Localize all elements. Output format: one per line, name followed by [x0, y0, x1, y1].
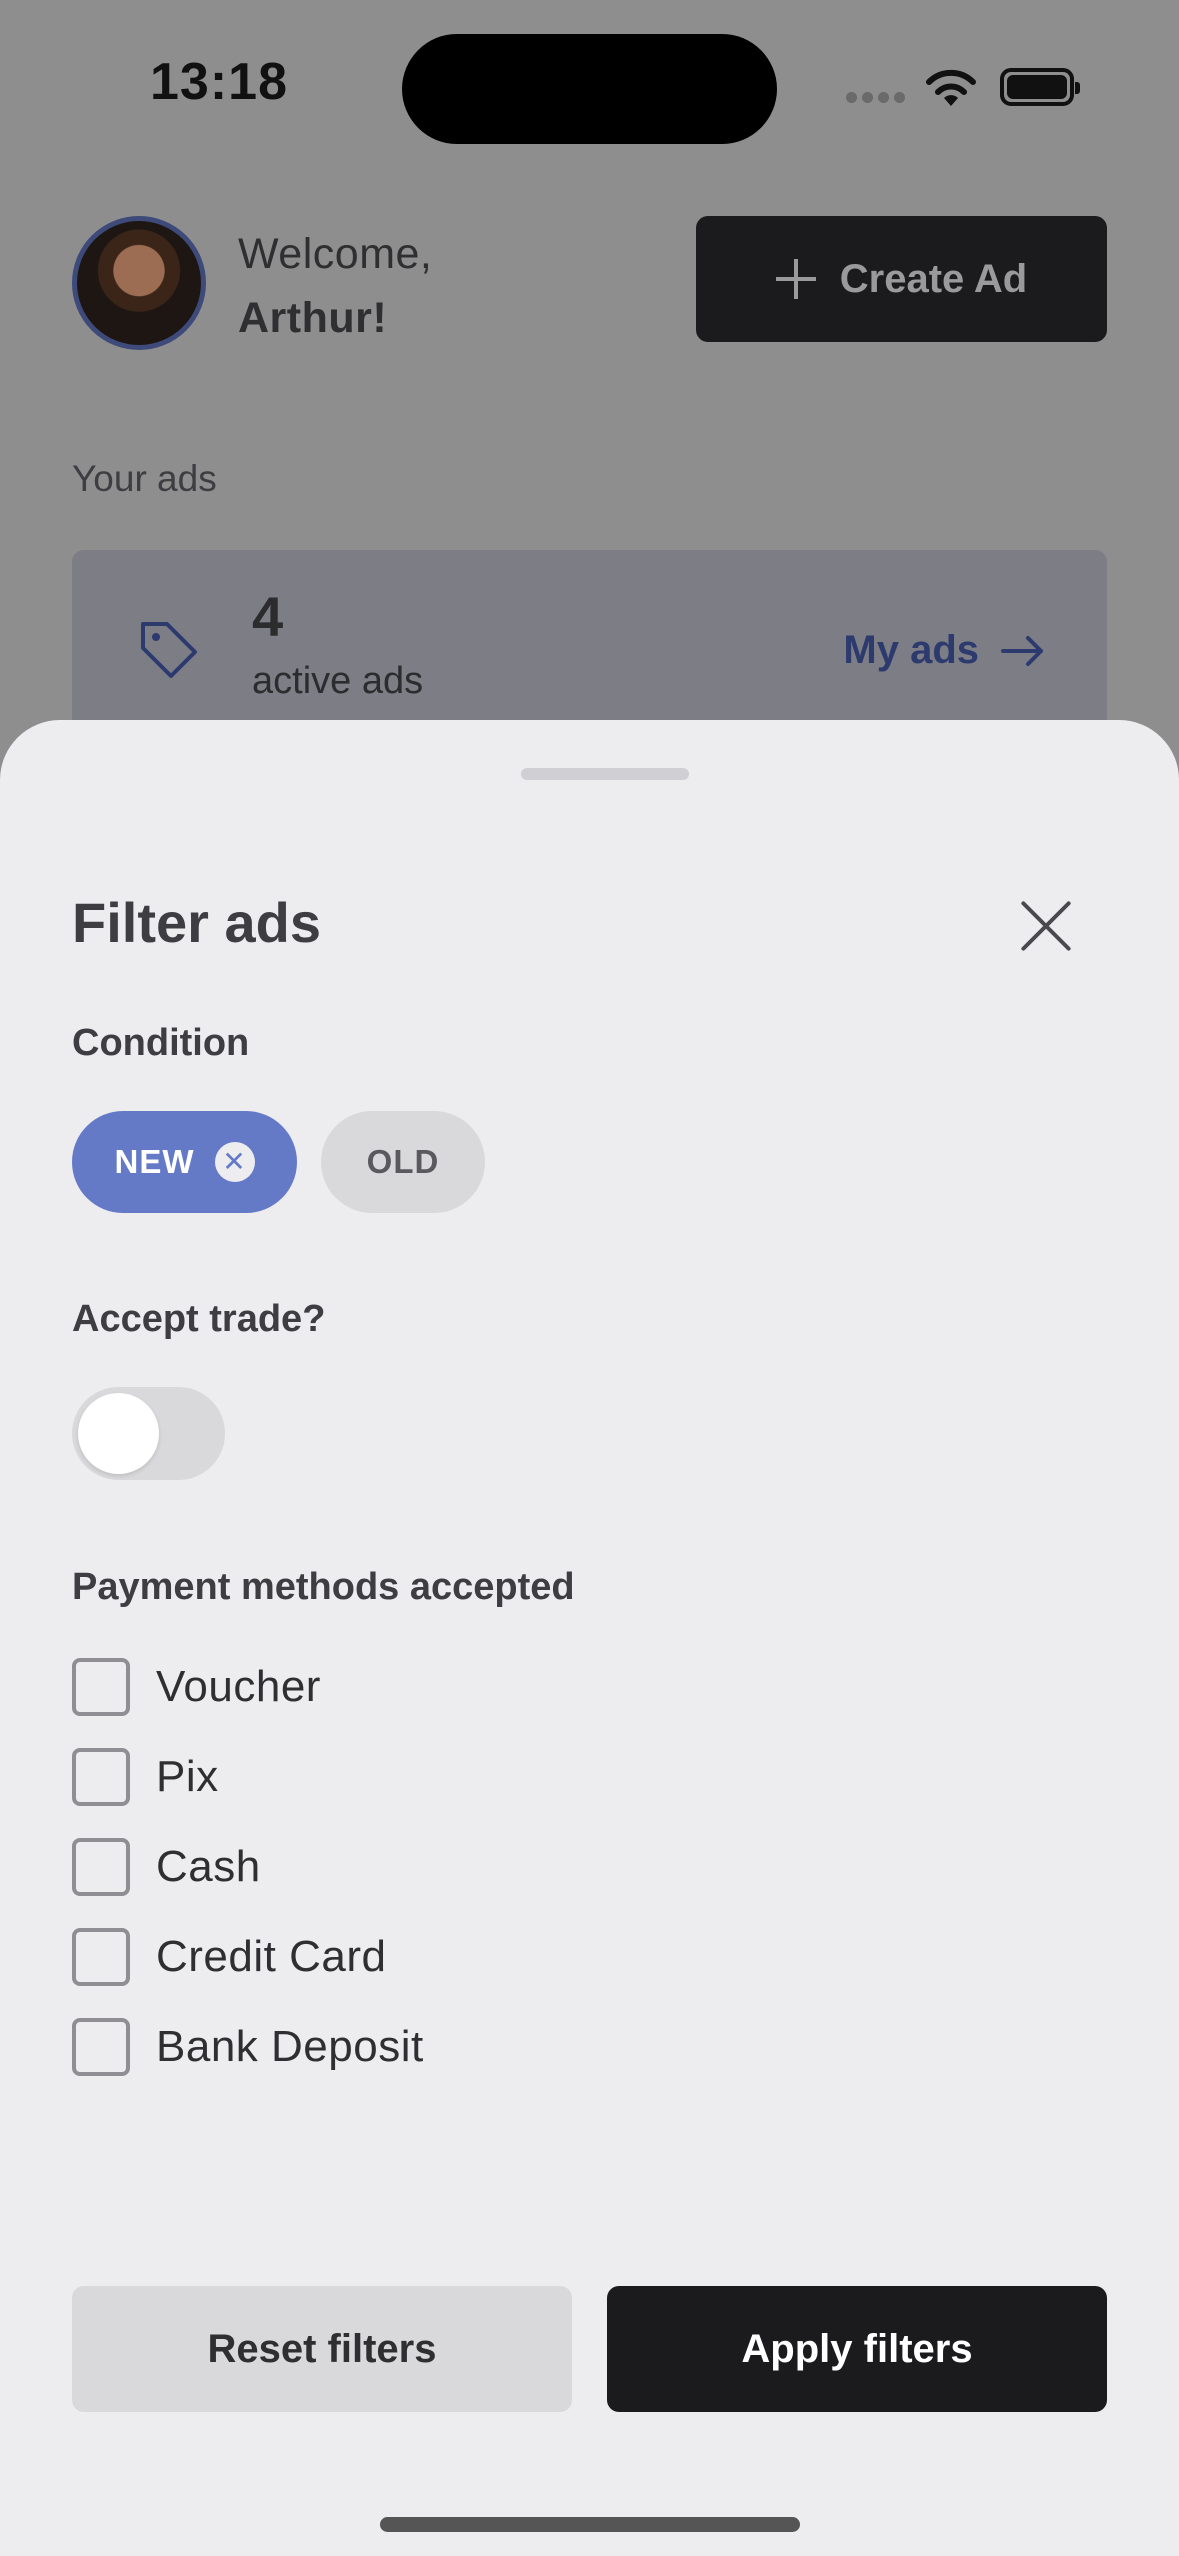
wifi-icon: [926, 69, 976, 106]
chip-new-label: NEW: [114, 1143, 195, 1180]
payment-option-bank-deposit[interactable]: Bank Deposit: [72, 2018, 424, 2076]
create-ad-button[interactable]: Create Ad: [696, 216, 1107, 342]
payment-option-credit-card[interactable]: Credit Card: [72, 1928, 386, 1986]
dynamic-island: [402, 34, 777, 144]
plus-icon: [775, 259, 816, 299]
sheet-title: Filter ads: [72, 891, 321, 954]
condition-label: Condition: [72, 1022, 250, 1064]
status-time: 13:18: [150, 53, 288, 111]
active-ads-label: active ads: [252, 660, 424, 702]
user-name: Arthur!: [238, 294, 388, 342]
payment-option-voucher[interactable]: Voucher: [72, 1658, 321, 1716]
checkbox[interactable]: [72, 2018, 130, 2076]
checkbox-label: Credit Card: [156, 1932, 387, 1981]
checkbox-label: Bank Deposit: [156, 2022, 424, 2071]
payment-methods-label: Payment methods accepted: [72, 1566, 575, 1608]
checkbox[interactable]: [72, 1748, 130, 1806]
condition-chip-new[interactable]: NEW ✕: [72, 1111, 297, 1213]
welcome-text: Welcome, Arthur!: [238, 222, 432, 350]
my-ads-link[interactable]: My ads: [843, 628, 1045, 673]
payment-option-pix[interactable]: Pix: [72, 1748, 219, 1806]
checkbox[interactable]: [72, 1658, 130, 1716]
checkbox[interactable]: [72, 1928, 130, 1986]
sheet-drag-handle[interactable]: [521, 768, 689, 780]
chip-remove-icon[interactable]: ✕: [214, 1142, 255, 1182]
cellular-signal-icon: [846, 90, 910, 108]
close-icon[interactable]: [1018, 898, 1074, 954]
checkbox-label: Voucher: [156, 1662, 321, 1711]
filter-sheet: Filter ads Condition NEW ✕ OLD Accept tr…: [0, 720, 1179, 2556]
accept-trade-toggle[interactable]: [72, 1387, 225, 1480]
checkbox[interactable]: [72, 1838, 130, 1896]
payment-option-cash[interactable]: Cash: [72, 1838, 261, 1896]
checkbox-label: Pix: [156, 1752, 219, 1801]
battery-icon: [1000, 68, 1080, 106]
condition-chip-old[interactable]: OLD: [321, 1111, 485, 1213]
chip-old-label: OLD: [366, 1143, 440, 1180]
my-ads-label: My ads: [843, 628, 979, 672]
your-ads-label: Your ads: [72, 458, 217, 499]
apply-filters-button[interactable]: Apply filters: [607, 2286, 1107, 2412]
active-ads-count: 4: [252, 585, 284, 648]
home-indicator[interactable]: [380, 2517, 800, 2532]
checkbox-label: Cash: [156, 1842, 261, 1891]
status-bar: 13:18: [0, 0, 1179, 180]
accept-trade-label: Accept trade?: [72, 1298, 326, 1340]
reset-filters-button[interactable]: Reset filters: [72, 2286, 572, 2412]
tag-icon: [141, 622, 197, 678]
toggle-knob: [78, 1393, 159, 1474]
arrow-right-icon: [1001, 635, 1043, 666]
create-ad-label: Create Ad: [839, 256, 1028, 301]
avatar[interactable]: [72, 216, 206, 350]
active-ads-card[interactable]: 4 active ads My ads: [72, 550, 1107, 740]
greeting: Welcome,: [238, 230, 433, 278]
